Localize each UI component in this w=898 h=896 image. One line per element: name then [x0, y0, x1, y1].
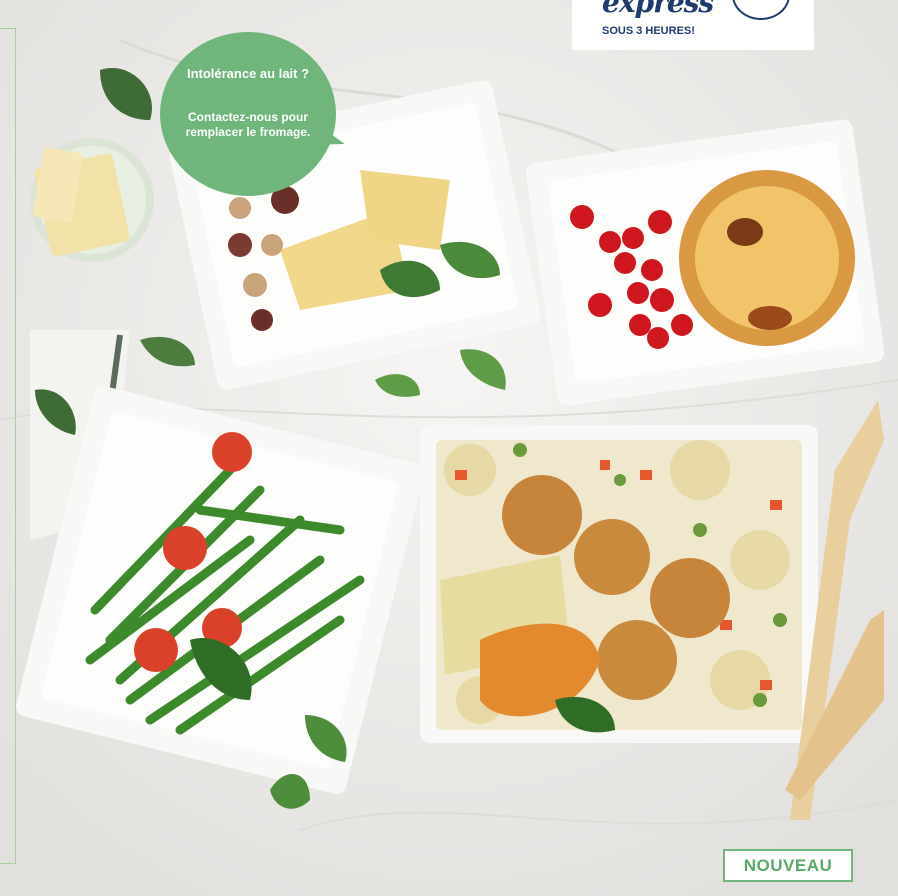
bubble-title: Intolérance au lait ?: [186, 66, 310, 81]
express-badge: express SOUS 3 HEURES!: [572, 0, 814, 50]
express-script: express: [602, 0, 714, 19]
left-frame: [0, 28, 16, 864]
bubble-body: Contactez-nous pour remplacer le fromage…: [185, 110, 311, 139]
clock-icon: [732, 0, 790, 20]
speech-bubble: Intolérance au lait ? Contactez-nous pou…: [160, 32, 336, 196]
express-subtitle: SOUS 3 HEURES!: [602, 25, 695, 37]
new-badge: NOUVEAU: [723, 849, 853, 882]
food-trays-photo: [0, 0, 898, 896]
